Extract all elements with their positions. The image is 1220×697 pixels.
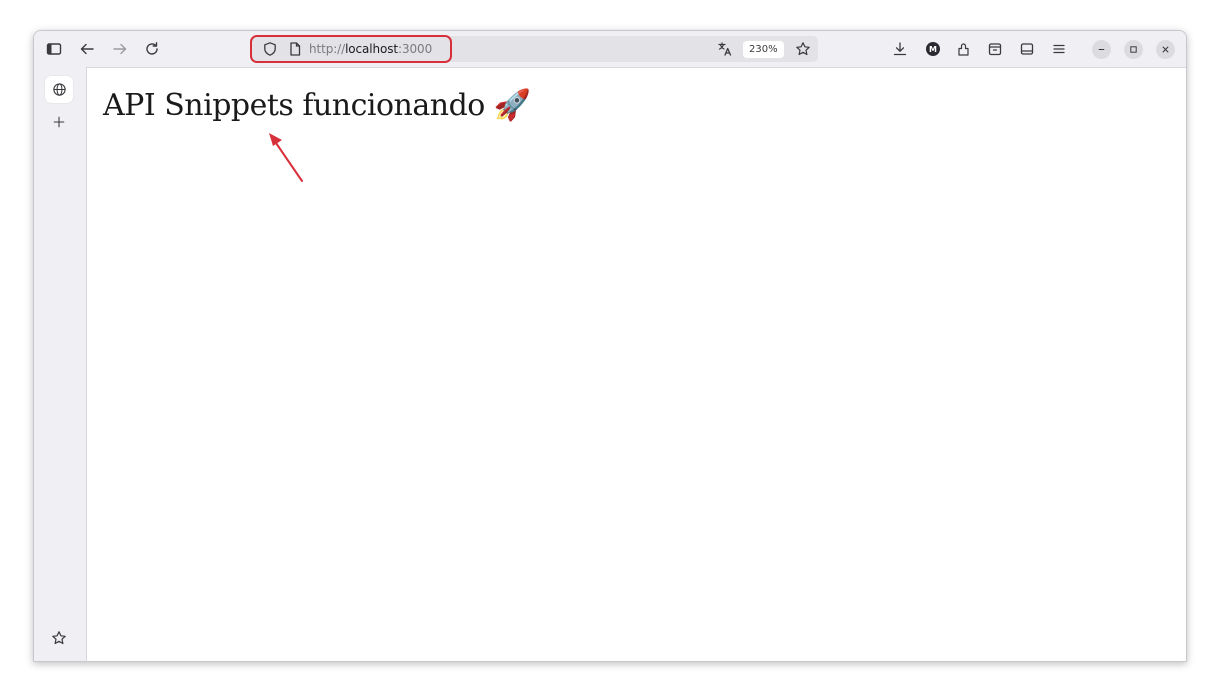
sidebar-toggle-icon[interactable] xyxy=(44,39,64,59)
bookmark-star-icon[interactable] xyxy=(793,39,813,59)
translate-icon[interactable] xyxy=(715,39,735,59)
screenshot-icon[interactable] xyxy=(1017,39,1037,59)
account-avatar-icon[interactable]: M xyxy=(926,42,940,56)
container-icon[interactable] xyxy=(985,39,1005,59)
globe-icon[interactable] xyxy=(45,76,73,103)
zoom-level-button[interactable]: 230% xyxy=(743,41,784,58)
hamburger-menu-icon[interactable] xyxy=(1049,39,1069,59)
minimize-window-button[interactable] xyxy=(1092,40,1111,59)
page-heading: API Snippets funcionando 🚀 xyxy=(103,88,531,123)
star-icon[interactable] xyxy=(49,628,69,648)
browser-toolbar: http://localhost:3000 230% M xyxy=(34,31,1186,67)
extensions-icon[interactable] xyxy=(954,39,974,59)
back-arrow-icon[interactable] xyxy=(77,39,97,59)
close-window-button[interactable] xyxy=(1156,40,1175,59)
url-highlight-box xyxy=(250,35,452,63)
browser-sidebar xyxy=(34,67,86,661)
maximize-window-button[interactable] xyxy=(1124,40,1143,59)
forward-arrow-icon[interactable] xyxy=(110,39,130,59)
browser-window: http://localhost:3000 230% M API Snippet… xyxy=(33,30,1187,662)
plus-icon[interactable] xyxy=(49,112,69,132)
downloads-icon[interactable] xyxy=(890,39,910,59)
gear-icon[interactable] xyxy=(49,660,69,661)
page-content: API Snippets funcionando 🚀 xyxy=(86,67,1186,661)
reload-icon[interactable] xyxy=(142,39,162,59)
